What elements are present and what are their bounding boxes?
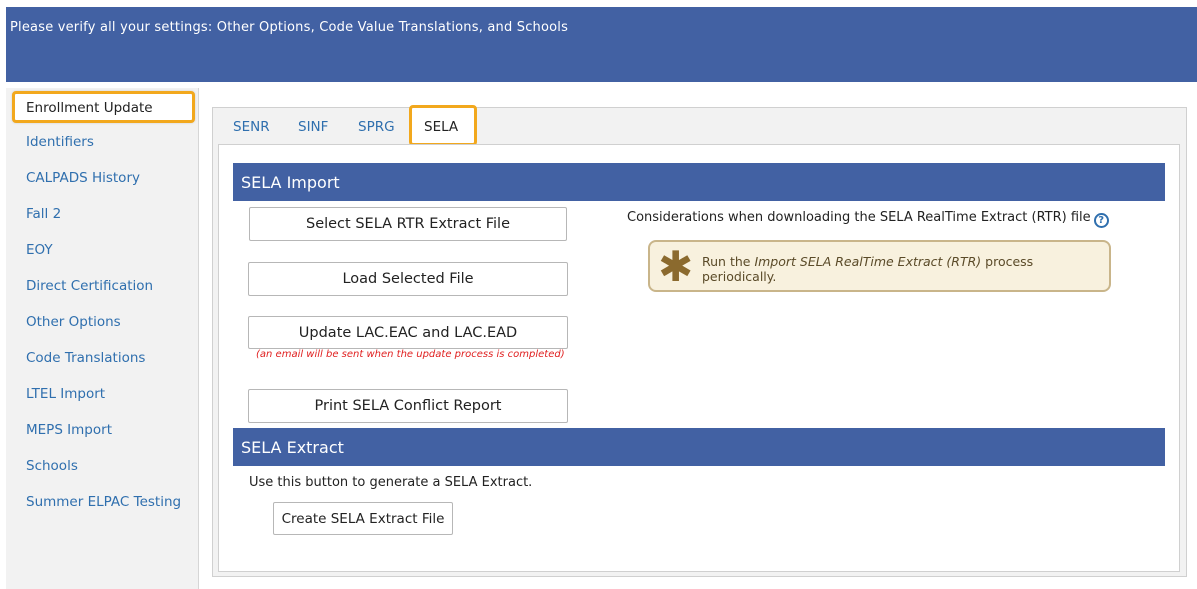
sela-extract-header: SELA Extract: [233, 428, 1165, 466]
sidebar-item-identifiers[interactable]: Identifiers: [26, 134, 94, 150]
sela-import-title: SELA Import: [241, 173, 340, 192]
sela-import-header: SELA Import: [233, 163, 1165, 201]
sidebar-item-calpads-history[interactable]: CALPADS History: [26, 170, 140, 186]
update-lac-eac-ead-button[interactable]: Update LAC.EAC and LAC.EAD: [248, 316, 568, 349]
sidebar-item-label: Enrollment Update: [26, 100, 153, 116]
top-border: [0, 0, 1197, 7]
page-title: Please verify all your settings: Other O…: [10, 20, 569, 35]
create-sela-extract-file-button[interactable]: Create SELA Extract File: [273, 502, 453, 535]
considerations-text: Considerations when downloading the SELA…: [627, 210, 1109, 228]
sidebar-item-code-translations[interactable]: Code Translations: [26, 350, 145, 366]
help-icon[interactable]: ?: [1093, 213, 1109, 228]
tab-senr[interactable]: SENR: [233, 119, 270, 135]
print-sela-conflict-report-button[interactable]: Print SELA Conflict Report: [248, 389, 568, 423]
update-note: (an email will be sent when the update p…: [256, 349, 565, 360]
sidebar-item-meps-import[interactable]: MEPS Import: [26, 422, 112, 438]
tip-text: Run the Import SELA RealTime Extract (RT…: [702, 254, 1109, 284]
sidebar-item-ltel-import[interactable]: LTEL Import: [26, 386, 105, 402]
extract-description: Use this button to generate a SELA Extra…: [249, 475, 533, 490]
tab-sela[interactable]: SELA: [409, 105, 477, 146]
sidebar-item-other-options[interactable]: Other Options: [26, 314, 121, 330]
tab-sprg[interactable]: SPRG: [358, 119, 395, 135]
tip-process-name: Import SELA RealTime Extract (RTR): [754, 254, 982, 269]
main-content: SENR SINF SPRG SELA SELA Import Select S…: [212, 92, 1197, 589]
asterisk-icon: ✱: [658, 242, 694, 291]
sidebar-item-summer-elpac-testing[interactable]: Summer ELPAC Testing: [26, 494, 181, 510]
sela-extract-title: SELA Extract: [241, 438, 344, 457]
tip-prefix: Run the: [702, 254, 755, 269]
tab-label: SELA: [424, 119, 459, 135]
sidebar-item-direct-certification[interactable]: Direct Certification: [26, 278, 153, 294]
load-selected-file-button[interactable]: Load Selected File: [248, 262, 568, 296]
sidebar-item-enrollment-update[interactable]: Enrollment Update: [12, 91, 195, 123]
page-header: Please verify all your settings: Other O…: [6, 7, 1197, 82]
tab-sinf[interactable]: SINF: [298, 119, 328, 135]
sidebar-item-fall-2[interactable]: Fall 2: [26, 206, 61, 222]
tip-box: ✱ Run the Import SELA RealTime Extract (…: [648, 240, 1111, 292]
sidebar-item-schools[interactable]: Schools: [26, 458, 78, 474]
considerations-label: Considerations when downloading the SELA…: [627, 210, 1091, 225]
sidebar: Enrollment Update Identifiers CALPADS Hi…: [6, 88, 199, 589]
select-sela-rtr-extract-file-button[interactable]: Select SELA RTR Extract File: [249, 207, 567, 241]
sela-panel: SELA Import Select SELA RTR Extract File…: [218, 144, 1180, 572]
sidebar-item-eoy[interactable]: EOY: [26, 242, 53, 258]
